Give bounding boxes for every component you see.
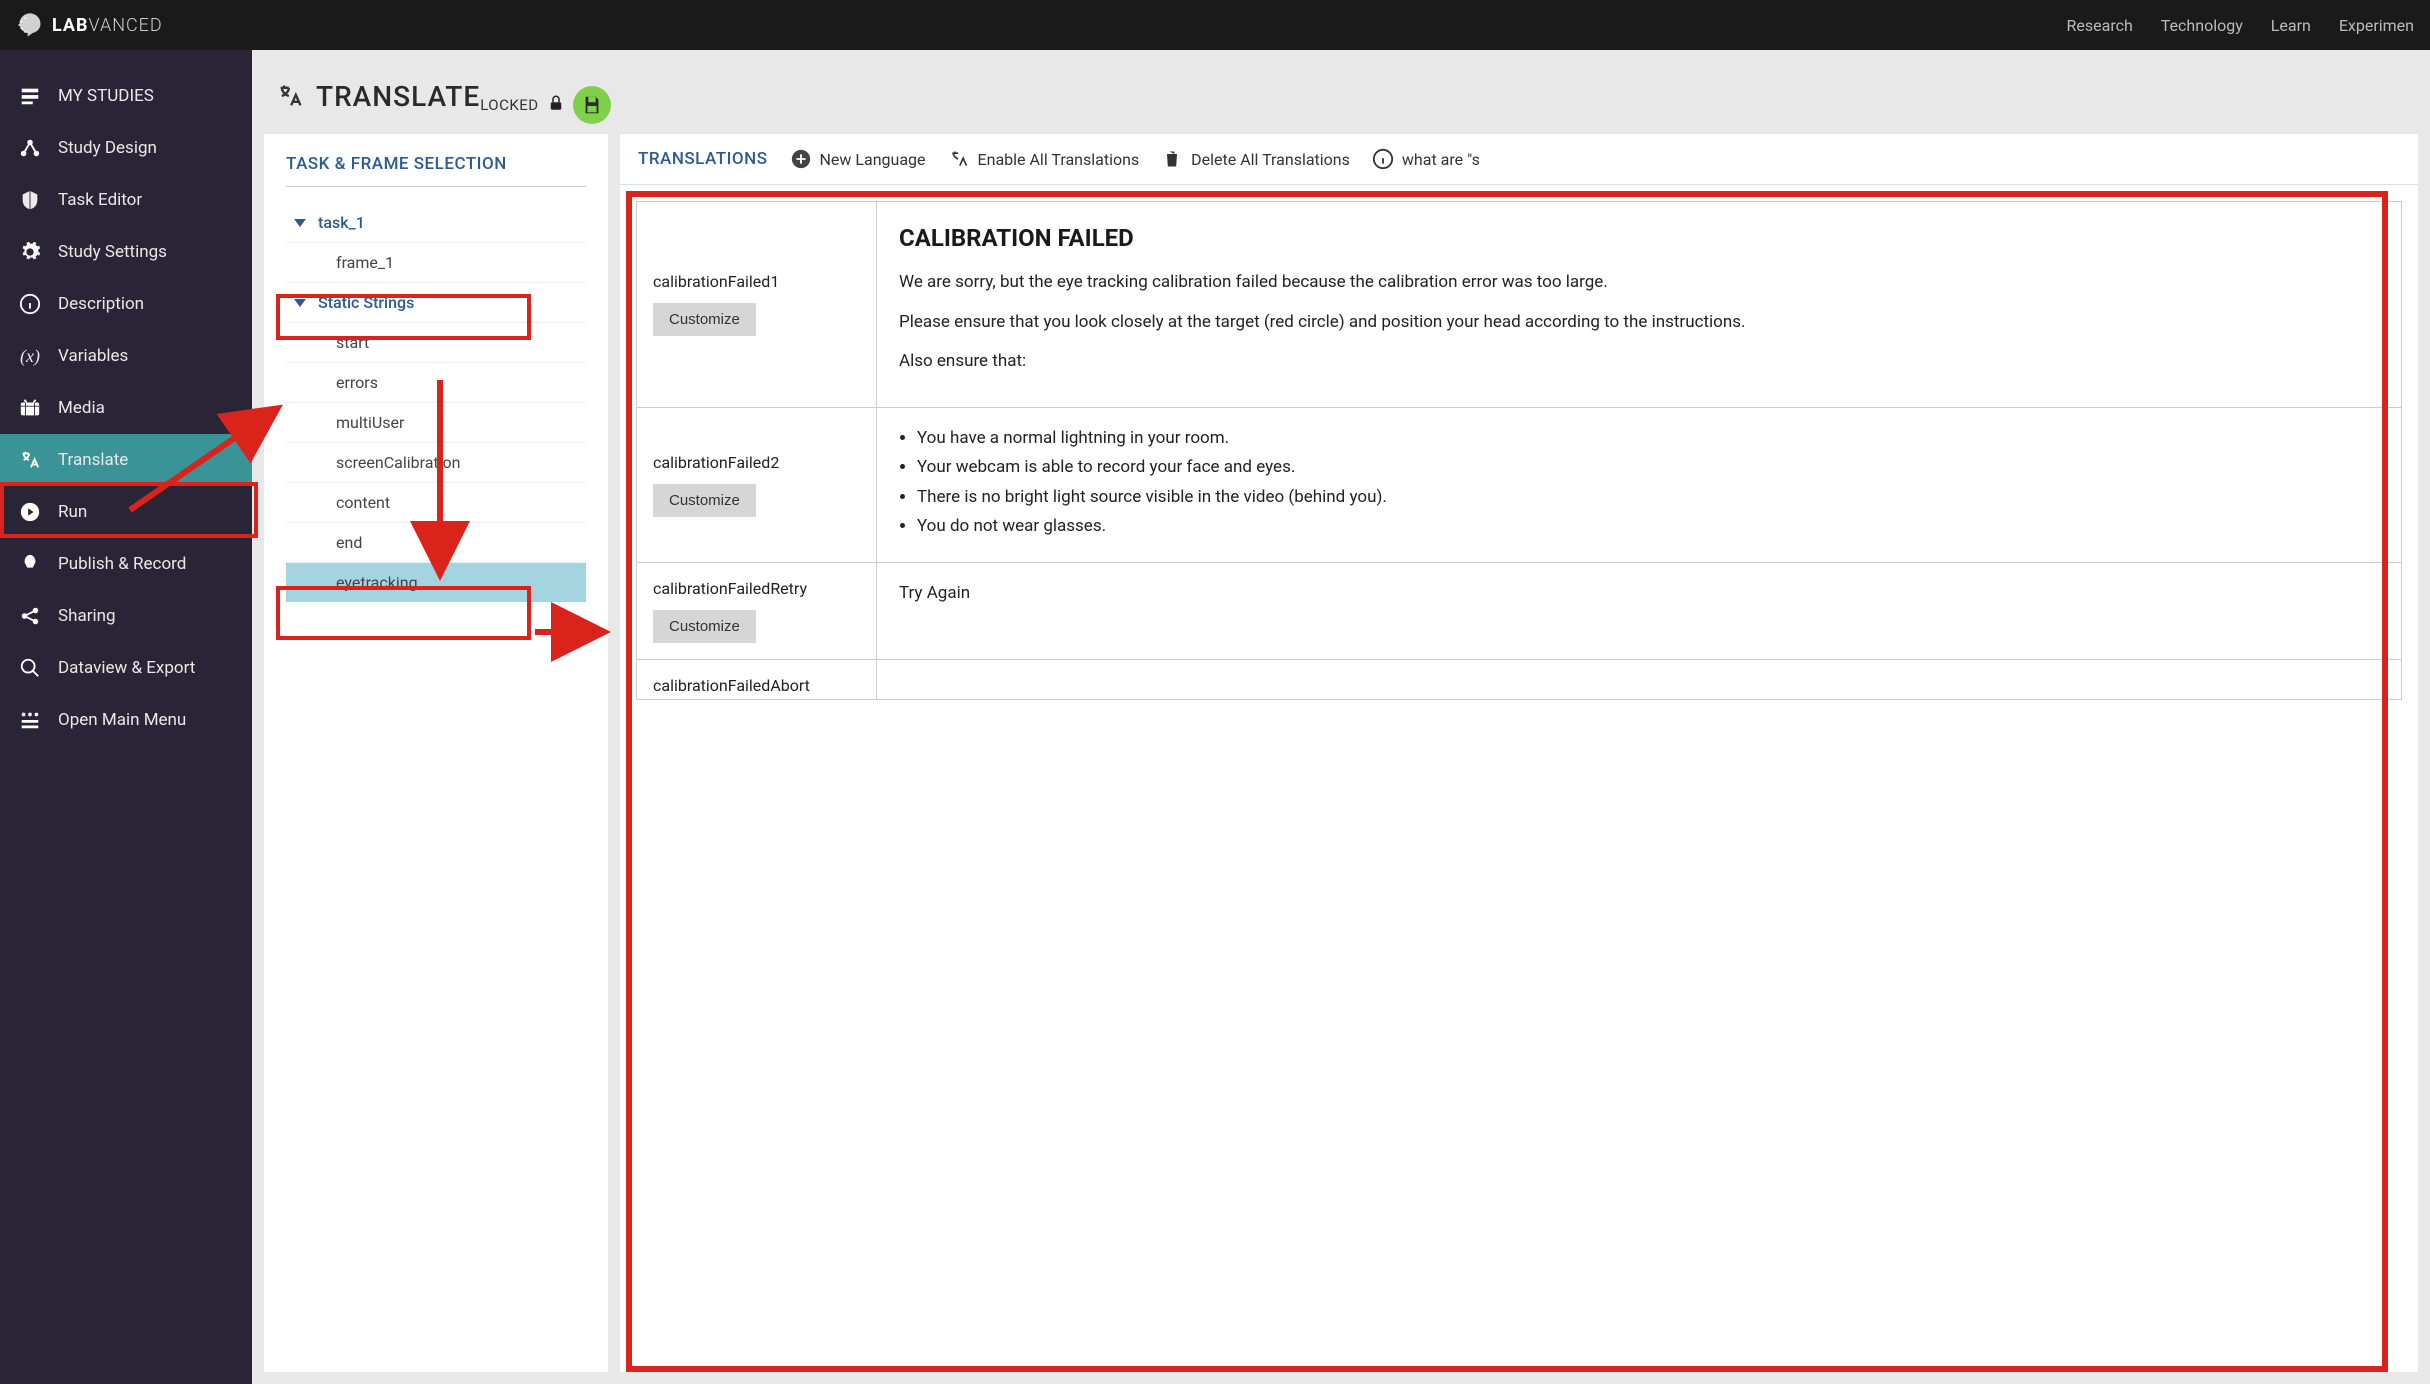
translations-table: calibrationFailed1 Customize CALIBRATION… xyxy=(620,185,2418,1372)
rocket-icon xyxy=(18,552,42,576)
translations-heading: TRANSLATIONS xyxy=(638,149,768,169)
sidebar-item-translate[interactable]: Translate xyxy=(0,434,252,486)
delete-all-button[interactable]: Delete All Translations xyxy=(1161,148,1350,170)
lock-icon xyxy=(547,94,565,116)
menu-icon xyxy=(18,708,42,732)
translation-value: You have a normal lightning in your room… xyxy=(877,408,2401,562)
play-icon xyxy=(18,500,42,524)
translation-key: calibrationFailedAbort xyxy=(653,676,860,695)
sidebar-label: Media xyxy=(58,398,105,418)
sidebar-item-dataview-export[interactable]: Dataview & Export xyxy=(0,642,252,694)
translate-icon xyxy=(18,448,42,472)
sidebar-item-publish-record[interactable]: Publish & Record xyxy=(0,538,252,590)
new-language-button[interactable]: New Language xyxy=(790,148,926,170)
design-icon xyxy=(18,136,42,160)
translations-panel: TRANSLATIONS New Language Enable All Tra… xyxy=(620,134,2418,1372)
sidebar-label: MY STUDIES xyxy=(58,86,154,106)
enable-all-button[interactable]: Enable All Translations xyxy=(948,148,1140,170)
sidebar-item-run[interactable]: Run xyxy=(0,486,252,538)
translation-value: Try Again xyxy=(877,563,2401,659)
studies-icon xyxy=(18,84,42,108)
tree-eyetracking[interactable]: eyetracking xyxy=(286,563,586,602)
tree-end[interactable]: end xyxy=(286,523,586,563)
share-icon xyxy=(18,604,42,628)
tree-screen-calibration[interactable]: screenCalibration xyxy=(286,443,586,483)
top-bar: LABVANCED Research Technology Learn Expe… xyxy=(0,0,2430,50)
save-button[interactable] xyxy=(573,86,611,124)
sidebar-item-description[interactable]: Description xyxy=(0,278,252,330)
info-circle-icon xyxy=(1372,148,1394,170)
task-frame-heading: TASK & FRAME SELECTION xyxy=(286,154,586,187)
tree-start[interactable]: start xyxy=(286,323,586,363)
editor-icon xyxy=(18,188,42,212)
customize-button[interactable]: Customize xyxy=(653,303,756,336)
sidebar-item-study-settings[interactable]: Study Settings xyxy=(0,226,252,278)
translation-value xyxy=(877,660,2401,699)
chevron-down-icon xyxy=(294,299,306,307)
tree-task[interactable]: task_1 xyxy=(286,203,586,243)
table-row: calibrationFailed2 Customize You have a … xyxy=(637,408,2401,563)
sidebar-label: Run xyxy=(58,502,87,522)
sidebar-label: Dataview & Export xyxy=(58,658,195,678)
translations-toolbar: TRANSLATIONS New Language Enable All Tra… xyxy=(620,134,2418,185)
chevron-down-icon xyxy=(294,219,306,227)
tree-content[interactable]: content xyxy=(286,483,586,523)
media-icon xyxy=(18,396,42,420)
nav-experiment[interactable]: Experimen xyxy=(2339,16,2414,35)
translate-small-icon xyxy=(948,148,970,170)
translation-value: CALIBRATION FAILED We are sorry, but the… xyxy=(877,202,2401,407)
page-title: TRANSLATE xyxy=(316,80,480,113)
sidebar-label: Open Main Menu xyxy=(58,710,186,730)
page-header: TRANSLATE LOCKED xyxy=(252,50,2430,134)
translate-header-icon xyxy=(276,82,304,110)
sidebar-label: Study Settings xyxy=(58,242,167,262)
locked-area: LOCKED xyxy=(480,86,610,124)
translation-key: calibrationFailed2 xyxy=(653,453,860,472)
table-row: calibrationFailedRetry Customize Try Aga… xyxy=(637,563,2401,660)
search-icon xyxy=(18,656,42,680)
top-nav: Research Technology Learn Experimen xyxy=(2067,16,2414,35)
nav-learn[interactable]: Learn xyxy=(2271,16,2311,35)
sidebar-label: Sharing xyxy=(58,606,116,626)
locked-label: LOCKED xyxy=(480,96,538,114)
sidebar-item-my-studies[interactable]: MY STUDIES xyxy=(0,70,252,122)
logo-icon xyxy=(16,11,44,39)
info-icon xyxy=(18,292,42,316)
logo-text: LABVANCED xyxy=(52,15,163,36)
table-row: calibrationFailedAbort xyxy=(637,660,2401,699)
sidebar-label: Translate xyxy=(58,450,128,470)
sidebar-label: Description xyxy=(58,294,144,314)
translation-key: calibrationFailedRetry xyxy=(653,579,860,598)
table-row: calibrationFailed1 Customize CALIBRATION… xyxy=(637,202,2401,408)
sidebar-label: Publish & Record xyxy=(58,554,186,574)
customize-button[interactable]: Customize xyxy=(653,484,756,517)
tree-errors[interactable]: errors xyxy=(286,363,586,403)
trash-icon xyxy=(1161,148,1183,170)
sidebar-label: Task Editor xyxy=(58,190,142,210)
sidebar-item-study-design[interactable]: Study Design xyxy=(0,122,252,174)
plus-icon xyxy=(790,148,812,170)
sidebar-item-media[interactable]: Media xyxy=(0,382,252,434)
sidebar-item-open-main-menu[interactable]: Open Main Menu xyxy=(0,694,252,746)
nav-research[interactable]: Research xyxy=(2067,16,2133,35)
logo[interactable]: LABVANCED xyxy=(16,11,163,39)
gear-icon xyxy=(18,240,42,264)
nav-technology[interactable]: Technology xyxy=(2161,16,2243,35)
what-are-button[interactable]: what are "s xyxy=(1372,148,1480,170)
tree-frame1[interactable]: frame_1 xyxy=(286,243,586,283)
sidebar-label: Study Design xyxy=(58,138,157,158)
tree-static-strings[interactable]: Static Strings xyxy=(286,283,586,323)
sidebar-item-sharing[interactable]: Sharing xyxy=(0,590,252,642)
task-frame-panel: TASK & FRAME SELECTION task_1 frame_1 St… xyxy=(264,134,608,1372)
translation-key: calibrationFailed1 xyxy=(653,272,860,291)
sidebar: MY STUDIES Study Design Task Editor Stud… xyxy=(0,50,252,1384)
tree-multiuser[interactable]: multiUser xyxy=(286,403,586,443)
sidebar-item-variables[interactable]: (x) Variables xyxy=(0,330,252,382)
sidebar-item-task-editor[interactable]: Task Editor xyxy=(0,174,252,226)
variables-icon: (x) xyxy=(18,344,42,368)
customize-button[interactable]: Customize xyxy=(653,610,756,643)
sidebar-label: Variables xyxy=(58,346,128,366)
